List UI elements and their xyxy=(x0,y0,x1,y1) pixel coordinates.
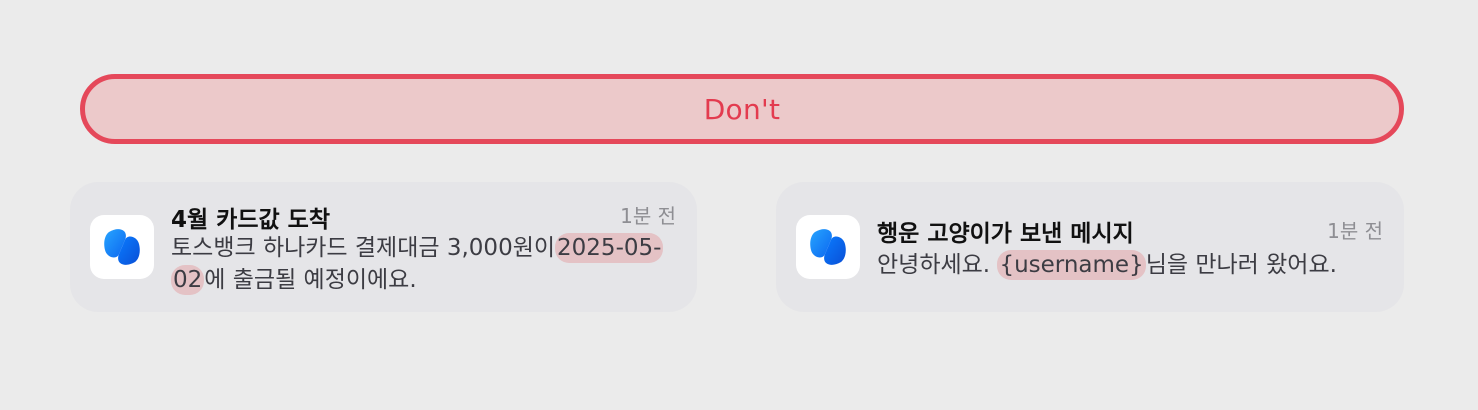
notification-body: 토스뱅크 하나카드 결제대금 3,000원이2025-05-02에 출금될 예정… xyxy=(171,232,671,296)
body-text-prefix: 토스뱅크 하나카드 결제대금 3,000원이 xyxy=(171,235,556,261)
body-text-suffix: 님을 만나러 왔어요. xyxy=(1145,252,1337,278)
notification-card-lucky-cat[interactable]: 행운 고양이가 보낸 메시지 1분 전 안녕하세요. {username}님을 … xyxy=(776,182,1404,312)
notification-title: 4월 카드값 도착 xyxy=(171,207,330,233)
notification-time: 1분 전 xyxy=(1327,219,1383,243)
notification-body: 안녕하세요. {username}님을 만나러 왔어요. xyxy=(877,249,1337,281)
notification-title: 행운 고양이가 보낸 메시지 xyxy=(877,221,1134,247)
body-text-prefix: 안녕하세요. xyxy=(877,252,998,278)
highlighted-placeholder: {username} xyxy=(997,250,1146,280)
toss-app-icon xyxy=(90,215,154,279)
dont-label: Don't xyxy=(703,92,781,126)
notification-card-card-payment[interactable]: 4월 카드값 도착 1분 전 토스뱅크 하나카드 결제대금 3,000원이202… xyxy=(70,182,697,312)
dont-banner: Don't xyxy=(80,74,1404,144)
notification-time: 1분 전 xyxy=(620,204,676,228)
body-text-suffix: 에 출금될 예정이에요. xyxy=(204,267,417,293)
toss-app-icon xyxy=(796,215,860,279)
